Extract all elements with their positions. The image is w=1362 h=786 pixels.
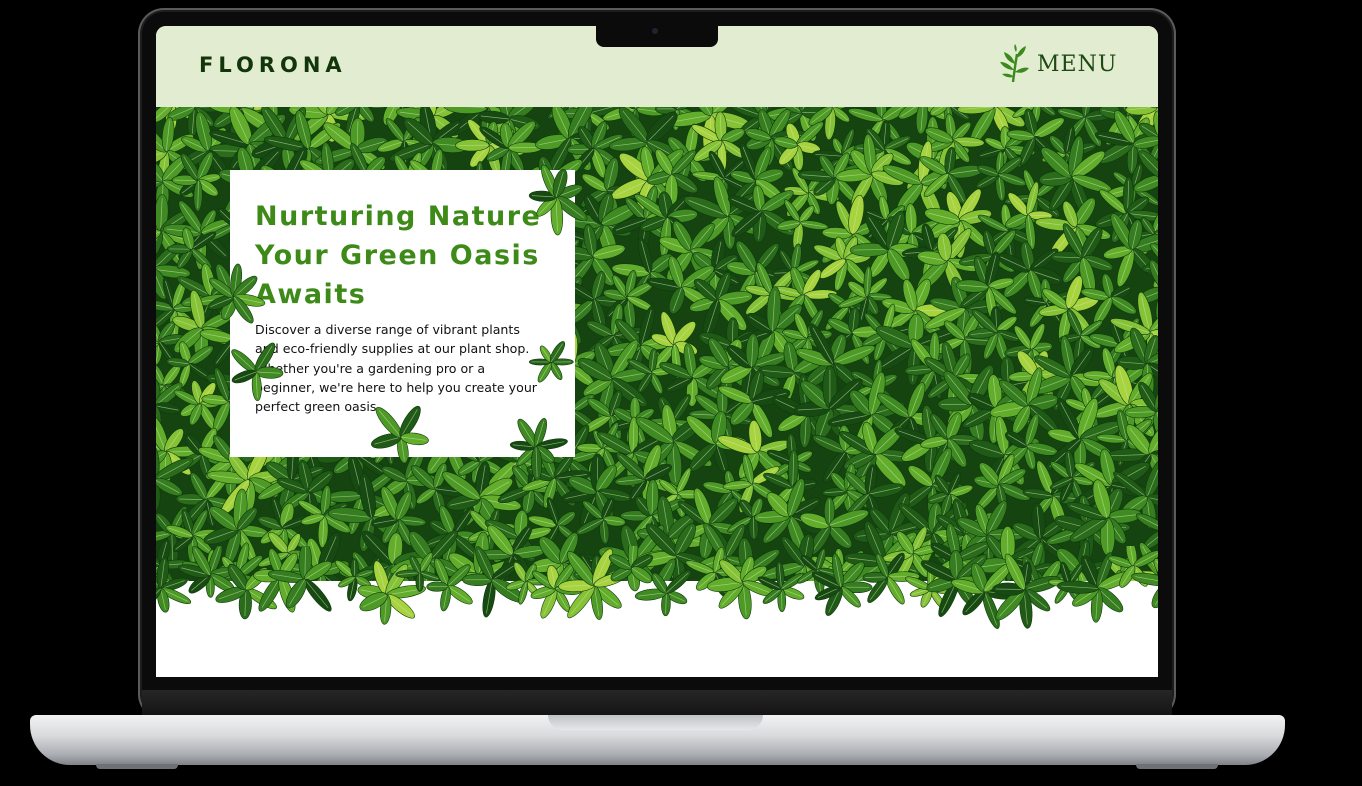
hero-title-line: Your Green Oasis bbox=[255, 240, 540, 271]
screen-bezel-bottom bbox=[142, 690, 1172, 716]
hero-description-line: Whether you're a gardening pro or a bbox=[255, 360, 486, 376]
browser-screen: FLORONA MENU Nurturing Nature Your Green… bbox=[156, 26, 1158, 677]
hero-description-line: perfect green oasis. bbox=[255, 399, 381, 415]
hero-description: Discover a diverse range of vibrant plan… bbox=[255, 320, 545, 416]
camera-icon bbox=[652, 28, 658, 34]
hero-description-line: beginner, we're here to help you create … bbox=[255, 379, 537, 395]
herb-sprig-icon bbox=[1000, 44, 1029, 83]
hero-description-line: Discover a diverse range of vibrant plan… bbox=[255, 322, 520, 337]
laptop-base bbox=[30, 715, 1285, 765]
foliage-fringe bbox=[156, 546, 1158, 629]
trackpad-notch bbox=[548, 715, 763, 730]
laptop-foot bbox=[1136, 764, 1218, 769]
leaf-rosette bbox=[992, 553, 1061, 629]
hero-title-line: Nurturing Nature bbox=[255, 201, 542, 232]
leaf-rosette bbox=[608, 546, 654, 592]
menu-label: MENU bbox=[1037, 51, 1118, 77]
brand-logo[interactable]: FLORONA bbox=[199, 53, 347, 77]
hero-title-line: Awaits bbox=[255, 279, 367, 310]
hero-card: Nurturing Nature Your Green Oasis Awaits… bbox=[230, 170, 575, 457]
camera-notch bbox=[596, 25, 718, 47]
hero-title: Nurturing Nature Your Green Oasis Awaits bbox=[255, 197, 555, 314]
laptop-foot bbox=[96, 764, 178, 769]
hero-description-line: and eco-friendly supplies at our plant s… bbox=[255, 341, 530, 357]
menu-button[interactable]: MENU bbox=[997, 44, 1117, 84]
